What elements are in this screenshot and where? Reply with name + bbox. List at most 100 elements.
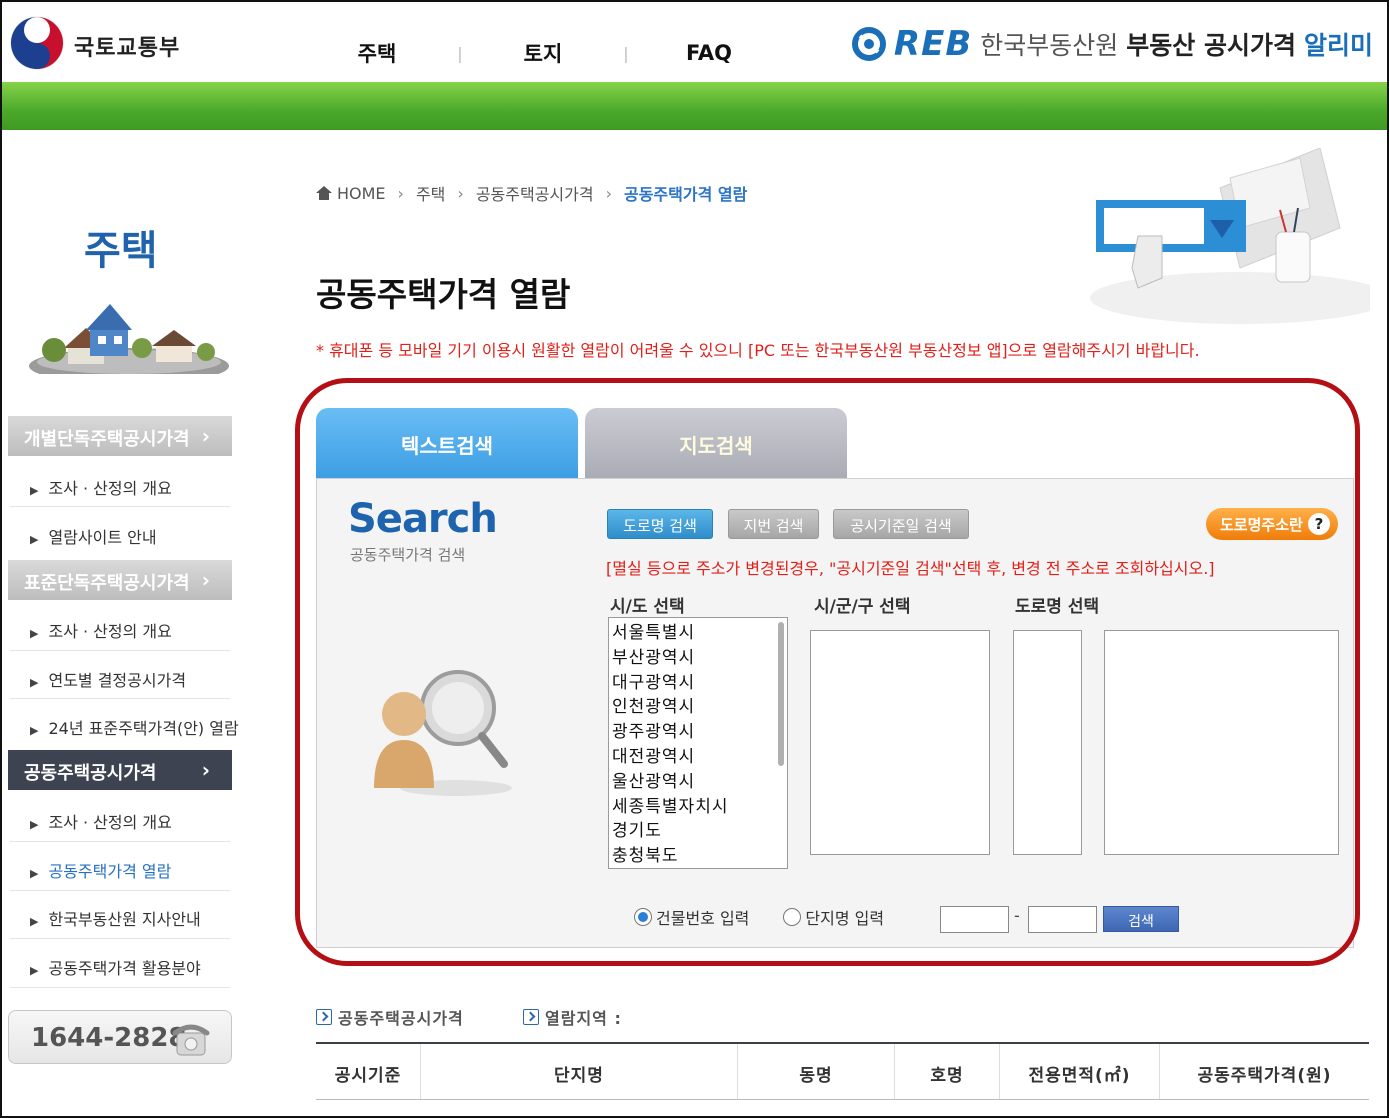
radio-complex-label: 단지명 입력 <box>805 909 885 928</box>
sido-option[interactable]: 세종특별자치시 <box>609 792 787 817</box>
brand-title-accent: 알리미 <box>1303 31 1373 60</box>
chevron-right-icon: › <box>457 183 464 203</box>
reb-logo-icon <box>851 27 886 61</box>
sidebar-item-current[interactable]: ▶ 공동주택가격 열람 <box>30 858 171 882</box>
sidebar-item-label: 24년 표준주택가격(안) 열람 <box>48 719 239 738</box>
government-emblem-icon[interactable] <box>10 16 64 70</box>
sido-option[interactable]: 서울특별시 <box>609 618 787 643</box>
divider <box>10 506 230 507</box>
search-heading: Search <box>348 496 498 542</box>
arrow-icon: ▶ <box>30 484 39 497</box>
org-name[interactable]: 국토교통부 <box>74 30 180 62</box>
lot-search-button[interactable]: 지번 검색 <box>728 509 819 539</box>
phone-box[interactable]: 1644-2828 <box>8 1010 232 1064</box>
col-notice-date: 공시기준 <box>316 1044 421 1099</box>
nav-separator: | <box>457 43 463 63</box>
nav-land[interactable]: 토지 <box>488 38 598 68</box>
sidebar-item[interactable]: ▶ 연도별 결정공시가격 <box>30 667 186 691</box>
sidebar-item-label: 공동주택가격 열람 <box>48 862 172 881</box>
sidebar-item[interactable]: ▶ 24년 표준주택가격(안) 열람 <box>30 715 239 739</box>
sidebar-title: 주택 <box>84 228 158 274</box>
chevron-right-icon: › <box>397 183 404 203</box>
sido-option[interactable]: 울산광역시 <box>609 767 787 792</box>
sidebar-item-label: 조사 · 산정의 개요 <box>48 479 172 498</box>
sidebar-item-label: 연도별 결정공시가격 <box>48 671 187 690</box>
arrow-icon: ▶ <box>30 676 39 689</box>
radio-building-number[interactable] <box>634 908 652 926</box>
date-search-button[interactable]: 공시기준일 검색 <box>833 509 969 539</box>
arrow-icon: ▶ <box>30 818 39 831</box>
road-address-info-button[interactable]: 도로명주소란 ? <box>1206 508 1338 540</box>
sidebar-item[interactable]: ▶ 열람사이트 안내 <box>30 524 157 548</box>
sigungu-select[interactable] <box>810 630 990 855</box>
col-price: 공동주택가격(원) <box>1197 1066 1332 1086</box>
building-number-main-input[interactable] <box>940 906 1009 933</box>
sido-label: 시/도 선택 <box>610 597 685 617</box>
arrow-icon: ▶ <box>30 915 39 928</box>
houses-illustration <box>29 304 229 374</box>
building-number-sub-input[interactable] <box>1028 906 1097 933</box>
radio-building-label: 건물번호 입력 <box>656 909 750 928</box>
road-select[interactable] <box>1104 630 1339 855</box>
arrow-icon: ▶ <box>30 724 39 737</box>
sido-select[interactable]: 서울특별시 부산광역시 대구광역시 인천광역시 광주광역시 대전광역시 울산광역… <box>608 617 788 869</box>
sidebar-item[interactable]: ▶ 조사 · 산정의 개요 <box>30 618 172 642</box>
scrollbar[interactable] <box>778 622 784 766</box>
sidebar-cat-label: 공동주택공시가격 <box>24 763 157 784</box>
radio-complex-name[interactable] <box>783 908 802 926</box>
sido-option[interactable]: 인천광역시 <box>609 692 787 717</box>
main-nav: 주택 | 토지 | FAQ <box>322 38 764 68</box>
brand-reb: REB <box>893 24 973 64</box>
search-hero-illustration <box>1090 148 1370 324</box>
brand-org: 한국부동산원 <box>980 31 1119 60</box>
sidebar-cat-label: 표준단독주택공시가격 <box>24 573 190 594</box>
sido-option[interactable]: 대전광역시 <box>609 742 787 767</box>
result-price-text: 공동주택공시가격 <box>338 1009 464 1028</box>
chevron-right-icon: › <box>201 424 210 448</box>
breadcrumb-item[interactable]: 공동주택공시가격 <box>476 181 594 205</box>
brand-logo[interactable]: REB 한국부동산원 부동산 공시가격 알리미 <box>851 24 1373 64</box>
nav-housing[interactable]: 주택 <box>322 38 432 68</box>
dash-separator: - <box>1014 906 1020 925</box>
user-magnifier-illustration <box>374 670 512 796</box>
mobile-notice: * 휴대폰 등 모바일 기기 이용시 원활한 열람이 어려울 수 있으니 [PC… <box>316 341 1200 360</box>
sidebar-item[interactable]: ▶ 조사 · 산정의 개요 <box>30 809 172 833</box>
sido-option[interactable]: 충청북도 <box>609 841 787 866</box>
green-banner <box>2 82 1387 130</box>
sidebar-item-label: 조사 · 산정의 개요 <box>48 622 172 641</box>
sido-option[interactable]: 경기도 <box>609 816 787 841</box>
box-arrow-icon <box>316 1009 332 1025</box>
road-initial-select[interactable] <box>1013 630 1082 855</box>
sidebar-item[interactable]: ▶ 한국부동산원 지사안내 <box>30 906 201 930</box>
sidebar-item[interactable]: ▶ 공동주택가격 활용분야 <box>30 955 201 979</box>
sidebar-cat-individual-house[interactable]: 개별단독주택공시가격 › <box>8 416 232 456</box>
sidebar-item[interactable]: ▶ 조사 · 산정의 개요 <box>30 475 172 499</box>
breadcrumb-item[interactable]: 주택 <box>416 181 445 205</box>
breadcrumb-home[interactable]: HOME <box>337 184 386 203</box>
sido-option[interactable]: 대구광역시 <box>609 668 787 693</box>
result-region-text: 열람지역 : <box>545 1009 622 1028</box>
search-hint: [멸실 등으로 주소가 변경된경우, "공시기준일 검색"선택 후, 변경 전 … <box>606 559 1215 578</box>
question-icon: ? <box>1308 513 1330 535</box>
arrow-icon: ▶ <box>30 867 39 880</box>
home-icon <box>316 186 332 200</box>
site-header: 국토교통부 주택 | 토지 | FAQ REB 한국부동산원 부동산 공시가격 … <box>2 2 1387 82</box>
page-title: 공동주택가격 열람 <box>316 275 571 314</box>
road-address-info-label: 도로명주소란 <box>1220 516 1303 534</box>
tab-text-search[interactable]: 텍스트검색 <box>316 408 578 480</box>
divider <box>10 650 230 651</box>
sido-option[interactable]: 광주광역시 <box>609 717 787 742</box>
result-region-label: 열람지역 : <box>523 1005 622 1029</box>
sido-option[interactable]: 부산광역시 <box>609 643 787 668</box>
search-button[interactable]: 검색 <box>1103 906 1179 932</box>
road-search-button[interactable]: 도로명 검색 <box>607 509 713 539</box>
col-complex-name: 단지명 <box>421 1044 738 1099</box>
divider <box>10 841 230 842</box>
tab-map-search[interactable]: 지도검색 <box>585 408 847 480</box>
sidebar-cat-apartment[interactable]: 공동주택공시가격 › <box>8 750 232 790</box>
chevron-right-icon: › <box>201 758 210 782</box>
box-arrow-icon <box>523 1009 539 1025</box>
sidebar-item-label: 열람사이트 안내 <box>48 528 157 547</box>
nav-faq[interactable]: FAQ <box>654 41 764 65</box>
sidebar-cat-standard-house[interactable]: 표준단독주택공시가격 › <box>8 560 232 600</box>
